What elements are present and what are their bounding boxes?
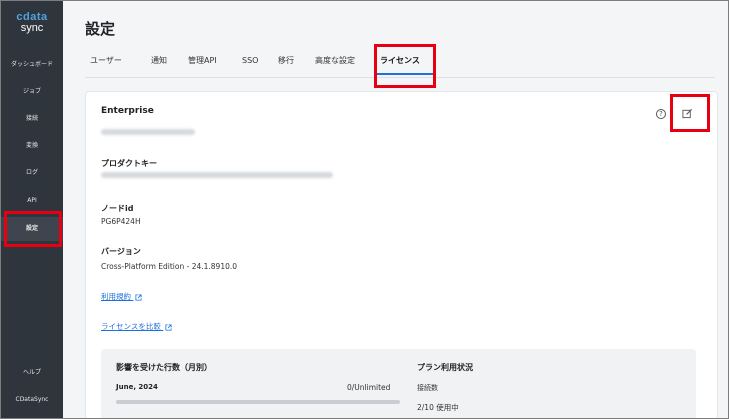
license-edition: Enterprise: [101, 106, 154, 116]
usage-month: June, 2024: [116, 383, 158, 391]
plan-connections-value: 2/10 使用中: [417, 403, 459, 412]
terms-link-label: 利用規約: [101, 292, 131, 301]
sidebar-item-label: API: [27, 197, 37, 204]
sidebar-item-label: 変換: [25, 142, 38, 149]
tab-migration[interactable]: 移行: [278, 54, 294, 68]
sidebar-item-help[interactable]: ヘルプ: [1, 368, 63, 378]
tab-notifications[interactable]: 通知: [151, 54, 167, 68]
compare-license-link[interactable]: ライセンスを比較: [101, 321, 172, 332]
version-label: バージョン: [101, 247, 141, 256]
sidebar-item-label: ダッシュボード: [10, 61, 53, 68]
sidebar-item-transformations[interactable]: 変換: [1, 141, 63, 151]
redacted-product-key: [101, 172, 333, 178]
logo-product: sync: [20, 22, 44, 34]
external-link-icon: [135, 293, 142, 301]
logo[interactable]: cdata sync: [1, 11, 63, 34]
highlight-box-license-tab: [374, 44, 436, 88]
usage-progress-bar: [116, 400, 400, 404]
terms-link[interactable]: 利用規約: [101, 291, 142, 302]
tab-users[interactable]: ユーザー: [90, 54, 122, 68]
version-value: Cross-Platform Edition - 24.1.8910.0: [101, 262, 238, 271]
node-id-label: ノードid: [101, 204, 134, 213]
sidebar-item-label: ログ: [25, 169, 38, 176]
page-title: 設定: [85, 20, 116, 38]
external-link-icon: [165, 323, 172, 331]
sidebar: cdata sync ダッシュボード ジョブ 接続 変換 ログ API 設定 ヘ…: [1, 1, 63, 418]
usage-panel: 影響を受けた行数（月別） June, 2024 0/Unlimited プラン利…: [101, 349, 696, 418]
usage-count: 0/Unlimited: [347, 383, 391, 392]
sidebar-item-api[interactable]: API: [1, 196, 63, 206]
tab-sso[interactable]: SSO: [242, 54, 258, 68]
sidebar-item-logs[interactable]: ログ: [1, 168, 63, 178]
main-content: 設定 ユーザー 通知 管理API SSO 移行 高度な設定 ライセンス Ente…: [63, 1, 728, 418]
highlight-box-settings: [4, 211, 62, 247]
sidebar-item-label: 接続: [25, 115, 38, 122]
sidebar-item-dashboard[interactable]: ダッシュボード: [1, 60, 63, 70]
product-key-label: プロダクトキー: [101, 159, 157, 168]
plan-usage-title: プラン利用状況: [417, 363, 473, 372]
plan-connections-label: 接続数: [417, 384, 438, 392]
license-card: Enterprise ? プロダクトキー ノードid PG6P424H バージョ…: [85, 91, 718, 418]
redacted-license-owner: [101, 129, 195, 135]
sidebar-item-label: CDataSync: [15, 396, 49, 403]
sidebar-item-connections[interactable]: 接続: [1, 114, 63, 124]
compare-license-link-label: ライセンスを比較: [101, 322, 161, 331]
sidebar-item-label: ヘルプ: [22, 369, 41, 376]
highlight-box-edit: [670, 94, 710, 132]
tab-advanced-settings[interactable]: 高度な設定: [315, 54, 355, 68]
sidebar-item-jobs[interactable]: ジョブ: [1, 87, 63, 97]
sidebar-item-label: ジョブ: [22, 88, 41, 95]
sidebar-item-account[interactable]: CDataSync: [1, 395, 63, 405]
usage-title: 影響を受けた行数（月別）: [116, 363, 212, 372]
app-window: cdata sync ダッシュボード ジョブ 接続 変換 ログ API 設定 ヘ…: [0, 0, 729, 419]
help-icon[interactable]: ?: [656, 109, 666, 119]
node-id-value: PG6P424H: [101, 217, 141, 226]
tab-admin-api[interactable]: 管理API: [188, 54, 217, 68]
